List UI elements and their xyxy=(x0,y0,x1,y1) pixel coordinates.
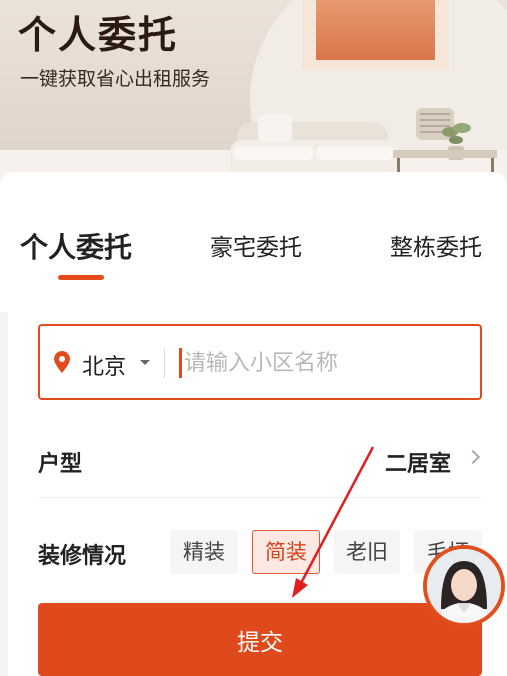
agent-avatar[interactable] xyxy=(423,545,505,627)
search-divider xyxy=(164,348,165,378)
row-divider xyxy=(38,497,482,498)
tab-luxury[interactable]: 豪宅委托 xyxy=(210,228,302,262)
sofa-illustration xyxy=(230,114,398,175)
agent-portrait-icon xyxy=(427,549,501,623)
decoration-option-fine[interactable]: 精装 xyxy=(170,530,238,574)
layout-value[interactable]: 二居室 xyxy=(385,446,451,478)
decoration-option-simple[interactable]: 简装 xyxy=(252,530,320,574)
decoration-label: 装修情况 xyxy=(38,544,127,569)
tab-personal[interactable]: 个人委托 xyxy=(20,226,132,266)
chevron-down-icon[interactable] xyxy=(140,360,150,365)
hero-banner: 个人委托 一键获取省心出租服务 xyxy=(0,0,507,175)
location-pin-icon xyxy=(54,351,70,373)
submit-button[interactable]: 提交 xyxy=(38,603,482,676)
community-search-input[interactable] xyxy=(184,345,474,381)
hero-title: 个人委托 xyxy=(18,13,179,57)
city-selector[interactable]: 北京 xyxy=(82,349,126,381)
tab-whole-building[interactable]: 整栋委托 xyxy=(390,228,482,262)
decoration-option-old[interactable]: 老旧 xyxy=(334,530,400,574)
layout-label: 户型 xyxy=(38,452,83,477)
active-tab-indicator xyxy=(58,275,104,280)
text-cursor xyxy=(179,348,182,378)
hero-subtitle: 一键获取省心出租服务 xyxy=(20,68,211,90)
wall-painting xyxy=(302,0,449,70)
